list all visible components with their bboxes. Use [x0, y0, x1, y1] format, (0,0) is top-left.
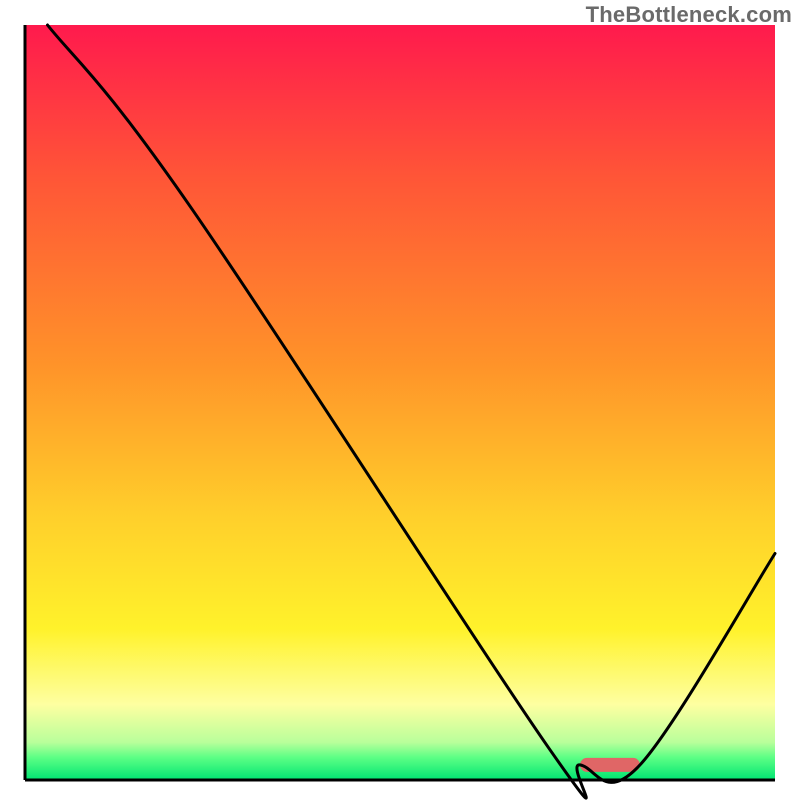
chart-container: TheBottleneck.com [0, 0, 800, 800]
plot-background [25, 25, 775, 780]
bottleneck-chart [0, 0, 800, 800]
watermark-text: TheBottleneck.com [586, 2, 792, 28]
